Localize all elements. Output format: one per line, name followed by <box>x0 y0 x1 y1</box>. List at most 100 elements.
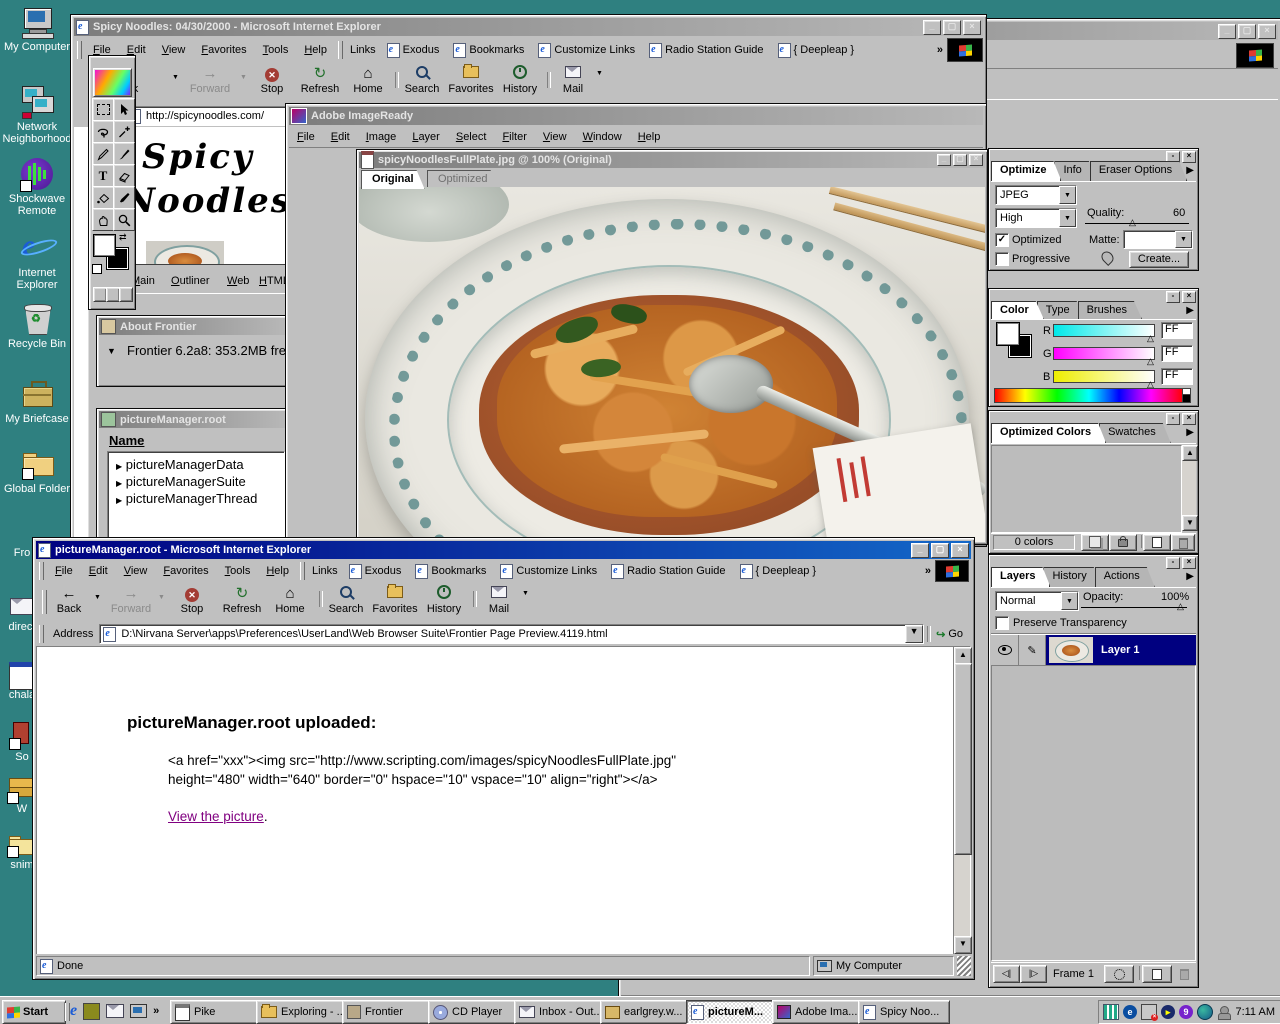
mail-button[interactable]: Mail <box>552 65 594 95</box>
tab-brushes[interactable]: Brushes <box>1078 301 1142 319</box>
palette-titlebar[interactable]: - × <box>991 413 1196 423</box>
home-button[interactable]: ⌂ Home <box>348 65 388 95</box>
desktop-icon-my-computer[interactable]: My Computer <box>1 6 73 53</box>
expand-triangle-icon[interactable]: ▶ <box>116 462 122 471</box>
zoom-tool[interactable] <box>113 208 135 231</box>
tray-icon-6[interactable] <box>1197 1004 1213 1020</box>
layer-edit-indicator[interactable]: ✎ <box>1019 635 1046 665</box>
layer-visibility-toggle[interactable] <box>992 635 1019 665</box>
link-exodus[interactable]: eExodus <box>387 43 440 58</box>
opacity-slider-thumb[interactable]: △ <box>1177 602 1184 611</box>
tab-eraser-options[interactable]: Eraser Options <box>1090 161 1187 181</box>
mail-dropdown[interactable]: ▼ <box>596 70 603 77</box>
forward-button[interactable]: → Forward <box>184 65 236 95</box>
menu-layer[interactable]: Layer <box>412 131 440 143</box>
desktop-icon-global-folder[interactable]: ↗ Global Folder <box>1 448 73 495</box>
stop-button[interactable]: ✕ Stop <box>172 585 212 615</box>
menu-file[interactable]: File <box>297 131 315 143</box>
forward-dropdown[interactable]: ▼ <box>240 74 247 81</box>
eraser-tool[interactable] <box>113 164 135 187</box>
desktop-icon-my-briefcase[interactable]: My Briefcase <box>1 378 73 425</box>
page-scrollbar[interactable]: ▲ ▼ <box>953 647 970 954</box>
magic-wand-tool[interactable] <box>113 120 135 143</box>
tab-type[interactable]: Type <box>1037 301 1085 319</box>
tray-icon-5[interactable]: 9 <box>1179 1005 1193 1019</box>
maximize-button[interactable]: ▢ <box>943 20 961 35</box>
type-tool[interactable]: T <box>92 164 114 187</box>
palette-titlebar[interactable]: - × <box>991 557 1196 567</box>
b-value-field[interactable]: FF <box>1161 368 1193 385</box>
link-deepleap[interactable]: e{ Deepleap } <box>740 564 817 579</box>
forward-button[interactable]: → Forward <box>106 585 156 615</box>
favorites-button[interactable]: Favorites <box>446 65 496 95</box>
link-customize-links[interactable]: eCustomize Links <box>500 564 597 579</box>
task-exploring[interactable]: Exploring - ... <box>256 1000 348 1024</box>
palette-menu-arrow[interactable]: ▶ <box>1186 427 1194 438</box>
rectangular-marquee-tool[interactable] <box>92 98 114 121</box>
scroll-up-icon[interactable]: ▲ <box>1182 445 1198 461</box>
mail-button[interactable]: Mail <box>478 585 520 615</box>
menu-window[interactable]: Window <box>583 131 622 143</box>
blend-mode-select[interactable]: Normal▼ <box>995 591 1079 611</box>
r-slider-thumb[interactable]: △ <box>1147 334 1154 343</box>
close-button[interactable]: × <box>963 20 981 35</box>
cube-button[interactable] <box>1081 534 1109 551</box>
refresh-button[interactable]: ↻ Refresh <box>218 585 266 615</box>
toolbox-screen-mode-button[interactable] <box>93 287 107 302</box>
maximize-button[interactable]: ▢ <box>953 154 967 166</box>
links-overflow-chevron[interactable]: » <box>925 565 931 577</box>
address-dropdown-icon[interactable]: ▼ <box>905 625 923 643</box>
dropdown-arrow-icon[interactable]: ▼ <box>1061 592 1078 610</box>
desktop-icon-shockwave-remote[interactable]: ↗ Shockwave Remote <box>1 158 73 217</box>
eyedropper-tool[interactable] <box>113 186 135 209</box>
tab-actions[interactable]: Actions <box>1095 567 1155 587</box>
picturemanager-titlebar[interactable]: pictureManager.root <box>99 411 287 428</box>
menu-tools[interactable]: Tools <box>225 565 251 577</box>
close-button[interactable]: × <box>1258 24 1276 39</box>
forward-dropdown[interactable]: ▼ <box>158 594 165 601</box>
menu-favorites[interactable]: Favorites <box>163 565 208 577</box>
collapse-triangle-icon[interactable]: ▼ <box>107 346 116 356</box>
imageready-titlebar[interactable]: Adobe ImageReady <box>289 107 983 125</box>
color-spectrum-bar[interactable] <box>994 388 1184 403</box>
close-button[interactable]: × <box>969 154 983 166</box>
favorites-button[interactable]: Favorites <box>370 585 420 615</box>
desktop-icon-internet-explorer[interactable]: e Internet Explorer <box>1 232 73 291</box>
delete-button[interactable] <box>1171 534 1195 551</box>
ie-quicklaunch-icon[interactable]: e <box>70 1002 77 1020</box>
link-bookmarks[interactable]: eBookmarks <box>415 564 486 579</box>
links-overflow-chevron[interactable]: » <box>937 44 943 56</box>
task-earlgrey[interactable]: earlgrey.w... <box>600 1000 692 1024</box>
r-slider[interactable] <box>1053 324 1155 337</box>
layer-mask-button[interactable] <box>1104 965 1134 983</box>
tab-swatches[interactable]: Swatches <box>1099 423 1171 443</box>
menu-file[interactable]: File <box>55 565 73 577</box>
menu-edit[interactable]: Edit <box>89 565 108 577</box>
lock-button[interactable] <box>1109 534 1137 551</box>
r-value-field[interactable]: FF <box>1161 322 1193 339</box>
layer-entry[interactable]: Layer 1 <box>1046 635 1196 665</box>
scroll-down-icon[interactable]: ▼ <box>1182 515 1198 531</box>
palette-menu-arrow[interactable]: ▶ <box>1186 305 1194 316</box>
menu-tools[interactable]: Tools <box>263 44 289 56</box>
task-pike[interactable]: Pike <box>170 1000 262 1024</box>
delete-layer-button[interactable] <box>1174 965 1194 981</box>
show-desktop-icon[interactable] <box>130 1004 147 1018</box>
task-adobe-imageready[interactable]: Adobe Ima... <box>772 1000 864 1024</box>
outline-item[interactable]: ▶ pictureManagerSuite <box>108 473 284 490</box>
menu-view[interactable]: View <box>162 44 186 56</box>
task-frontier[interactable]: Frontier <box>342 1000 434 1024</box>
history-button[interactable]: History <box>422 585 466 615</box>
picturemanager-ie-titlebar[interactable]: e pictureManager.root - Microsoft Intern… <box>36 541 971 559</box>
toolbox-screen-mode-button[interactable] <box>106 287 120 302</box>
close-button[interactable]: × <box>951 543 969 558</box>
view-the-picture-link[interactable]: View the picture <box>168 809 264 824</box>
scroll-down-icon[interactable]: ▼ <box>954 936 972 954</box>
minimize-button[interactable]: _ <box>937 154 951 166</box>
palette-titlebar[interactable]: - × <box>991 291 1196 301</box>
column-header-name[interactable]: Name <box>109 433 144 448</box>
home-button[interactable]: ⌂ Home <box>270 585 310 615</box>
next-frame-button[interactable]: |▷ <box>1020 965 1047 983</box>
new-layer-button[interactable] <box>1142 965 1172 983</box>
stop-button[interactable]: ✕ Stop <box>252 65 292 95</box>
